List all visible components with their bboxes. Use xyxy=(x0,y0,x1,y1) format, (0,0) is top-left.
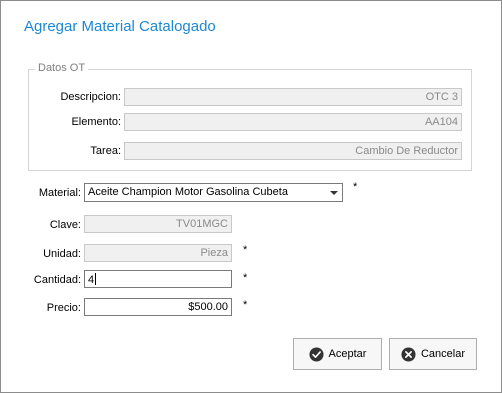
cancelar-button[interactable]: Cancelar xyxy=(389,338,477,370)
descripcion-field: OTC 3 xyxy=(124,88,462,106)
unidad-label: Unidad: xyxy=(43,248,81,260)
precio-input[interactable]: $500.00 xyxy=(84,298,232,316)
check-circle-icon xyxy=(309,346,324,362)
text-caret xyxy=(95,273,97,285)
clave-field: TV01MGC xyxy=(84,215,232,233)
datos-ot-legend: Datos OT xyxy=(35,62,89,74)
aceptar-label: Aceptar xyxy=(328,348,367,360)
material-label: Material: xyxy=(38,187,81,199)
cantidad-required-marker: * xyxy=(243,272,248,284)
elemento-label: Elemento: xyxy=(71,116,121,128)
x-circle-icon xyxy=(401,346,416,362)
cantidad-input[interactable]: 4 xyxy=(84,270,232,288)
precio-required-marker: * xyxy=(243,299,248,311)
aceptar-button[interactable]: Aceptar xyxy=(293,338,382,370)
clave-label: Clave: xyxy=(49,219,81,231)
cancelar-label: Cancelar xyxy=(420,348,466,360)
cantidad-input-value: 4 xyxy=(88,274,95,286)
material-select[interactable]: Aceite Champion Motor Gasolina Cubeta xyxy=(84,183,343,202)
cantidad-label: Cantidad: xyxy=(33,274,81,286)
precio-label: Precio: xyxy=(46,302,81,314)
tarea-label: Tarea: xyxy=(90,145,121,157)
descripcion-label: Descripcion: xyxy=(60,91,121,103)
elemento-field: AA104 xyxy=(124,113,462,131)
dialog-window: Agregar Material Catalogado Datos OT Des… xyxy=(0,0,502,393)
dialog-title: Agregar Material Catalogado xyxy=(24,18,216,35)
unidad-field: Pieza xyxy=(84,244,232,262)
tarea-field: Cambio De Reductor xyxy=(124,142,462,160)
material-select-value: Aceite Champion Motor Gasolina Cubeta xyxy=(88,186,288,198)
unidad-required-marker: * xyxy=(243,244,248,256)
chevron-down-icon[interactable] xyxy=(330,191,338,195)
material-required-marker: * xyxy=(353,181,358,193)
